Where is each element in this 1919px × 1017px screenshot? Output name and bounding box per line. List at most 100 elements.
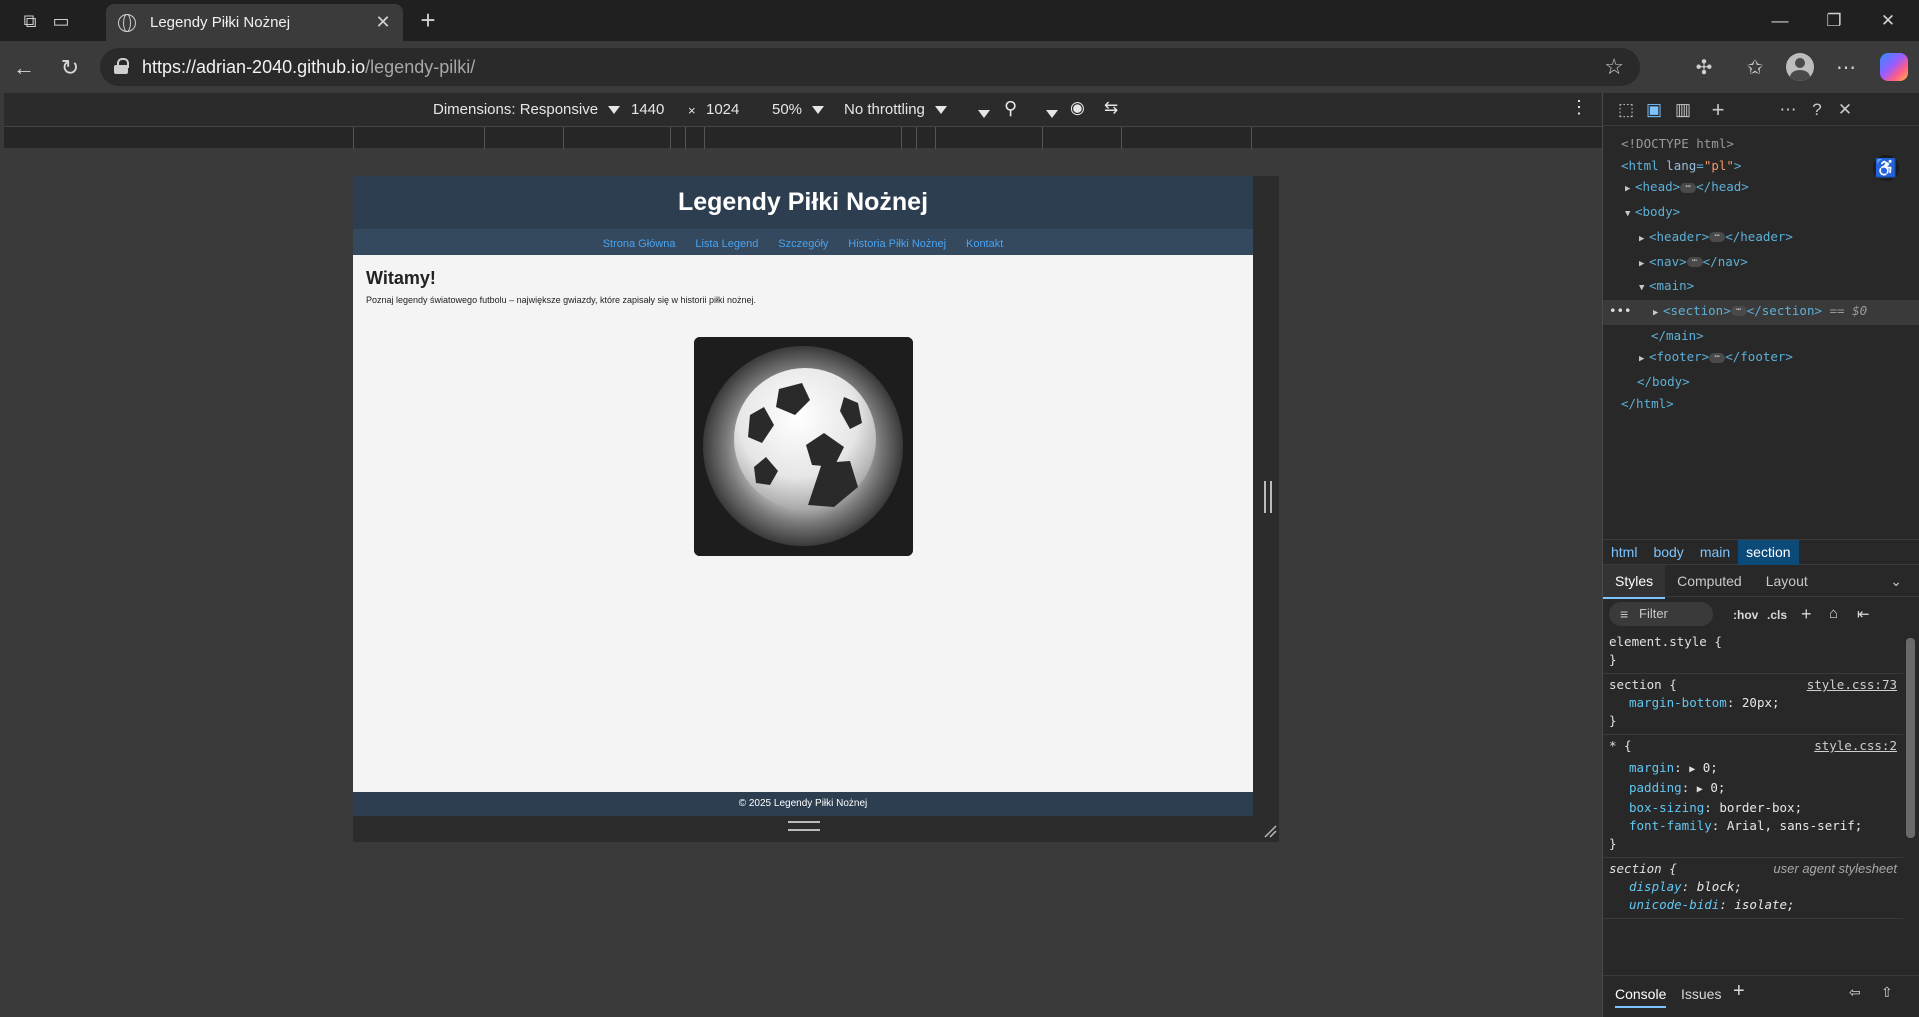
dimensions-select[interactable]: Dimensions: Responsive — [433, 101, 621, 118]
device-emulation-icon[interactable]: ▣ — [1643, 99, 1665, 121]
favorite-star-icon[interactable]: ☆ — [1604, 54, 1624, 80]
dom-nav[interactable]: ▶ <nav> ⋯ </nav> — [1603, 251, 1919, 276]
paint-brush-icon[interactable]: ⌂ — [1829, 605, 1838, 622]
tab-computed[interactable]: Computed — [1665, 565, 1754, 597]
help-icon[interactable]: ? — [1806, 99, 1828, 121]
throttling-select[interactable]: No throttling — [844, 101, 948, 118]
height-input[interactable]: 1024 — [706, 101, 739, 118]
breadcrumb-body[interactable]: body — [1645, 540, 1691, 565]
site-header: Legendy Piłki Nożnej — [353, 176, 1253, 229]
favorites-icon[interactable]: ✩ — [1740, 53, 1770, 83]
tab-issues[interactable]: Issues — [1681, 986, 1721, 1002]
nav-link-contact[interactable]: Kontakt — [966, 238, 1003, 250]
hover-state-toggle[interactable]: :hov — [1733, 608, 1758, 622]
browser-toolbar: ← ↻ https://adrian-2040.github.io/legend… — [0, 41, 1919, 93]
inspect-element-icon[interactable]: ⬚ — [1615, 99, 1637, 121]
nav-link-details[interactable]: Szczegóły — [778, 238, 828, 250]
dom-main[interactable]: ▼ <main> — [1603, 275, 1919, 300]
tab-layout[interactable]: Layout — [1754, 565, 1820, 597]
lock-icon[interactable] — [114, 58, 129, 74]
dom-doctype[interactable]: <!DOCTYPE html> — [1603, 133, 1919, 155]
dom-header[interactable]: ▶ <header> ⋯ </header> — [1603, 226, 1919, 251]
quick-source-icon[interactable]: ⇦ — [1849, 984, 1861, 1001]
nav-link-legends[interactable]: Lista Legend — [695, 238, 758, 250]
restore-icon[interactable]: ❐ — [1814, 8, 1854, 34]
tab-styles[interactable]: Styles — [1603, 565, 1666, 599]
dom-body[interactable]: ▼ <body> — [1603, 201, 1919, 226]
dom-head[interactable]: ▶ <head> ⋯ </head> — [1603, 176, 1919, 201]
dom-html-open[interactable]: <html lang="pl"> — [1603, 155, 1919, 177]
add-tool-icon[interactable]: + — [1707, 99, 1729, 121]
breadcrumb-html[interactable]: html — [1603, 540, 1645, 565]
breadcrumb-section[interactable]: section — [1738, 540, 1799, 565]
more-menu-icon[interactable]: ⋯ — [1831, 53, 1861, 83]
nav-link-history[interactable]: Historia Piłki Nożnej — [848, 238, 946, 250]
new-tab-button[interactable]: + — [414, 7, 442, 35]
workspaces-icon[interactable]: ⧉ — [17, 8, 43, 34]
rule-element-style[interactable]: element.style { } — [1603, 631, 1903, 674]
vertical-tabs-icon[interactable]: ▭ — [48, 8, 74, 34]
devtools-more-icon[interactable]: ⋯ — [1777, 99, 1799, 121]
nav-link-home[interactable]: Strona Główna — [603, 238, 676, 250]
emulated-page: Legendy Piłki Nożnej Strona Główna Lista… — [353, 176, 1253, 816]
soccer-ball-image — [694, 337, 913, 556]
extensions-icon[interactable]: ✣ — [1689, 53, 1719, 83]
tab-console[interactable]: Console — [1615, 986, 1667, 1008]
resize-corner-icon[interactable] — [1263, 824, 1277, 838]
profile-avatar-icon[interactable] — [1786, 53, 1814, 81]
rotate-icon[interactable]: ⇆ — [1104, 98, 1118, 118]
styles-filter-bar: Filter :hov .cls + ⌂ ⇤ — [1603, 598, 1919, 630]
sidebar-toggle-icon[interactable]: ⇤ — [1857, 605, 1870, 623]
styles-scrollbar[interactable] — [1906, 638, 1915, 838]
device-toolbar-more-icon[interactable]: ⋮ — [1570, 97, 1588, 118]
styles-filter-input[interactable]: Filter — [1609, 602, 1713, 626]
devtools-drawer: Console Issues + ⇦ ⇧ — [1603, 975, 1919, 1017]
drawer-dock-icon[interactable]: ⇧ — [1881, 984, 1893, 1001]
site-footer: © 2025 Legendy Piłki Nożnej — [353, 792, 1253, 816]
breadcrumb-main[interactable]: main — [1692, 540, 1738, 565]
back-icon[interactable]: ← — [10, 54, 38, 82]
media-query-bar[interactable] — [4, 126, 1602, 149]
address-bar[interactable]: https://adrian-2040.github.io/legendy-pi… — [100, 48, 1640, 86]
dom-body-close[interactable]: </body> — [1603, 371, 1919, 393]
site-nav: Strona Główna Lista Legend Szczegóły His… — [353, 229, 1253, 255]
source-link-style-2[interactable]: style.css:2 — [1814, 737, 1897, 755]
emulated-page-frame: Legendy Piłki Nożnej Strona Główna Lista… — [353, 176, 1279, 842]
minimize-icon[interactable]: — — [1760, 8, 1800, 34]
dom-section-selected[interactable]: ••• ▶ <section> ⋯ </section> == $0 — [1603, 299, 1919, 325]
styles-rules: element.style { } section { style.css:73… — [1603, 631, 1903, 919]
width-input[interactable]: 1440 — [631, 101, 664, 118]
rule-user-agent[interactable]: section { user agent stylesheet display:… — [1603, 858, 1903, 919]
source-link-style-73[interactable]: style.css:73 — [1807, 676, 1897, 694]
zoom-select[interactable]: 50% — [772, 101, 825, 118]
site-title: Legendy Piłki Nożnej — [677, 188, 929, 216]
dom-tree: <!DOCTYPE html> <html lang="pl"> ▶ <head>… — [1603, 133, 1919, 414]
dock-side-icon[interactable]: ▥ — [1672, 99, 1694, 121]
dom-html-close[interactable]: </html> — [1603, 393, 1919, 415]
dom-main-close[interactable]: </main> — [1603, 325, 1919, 347]
rule-section[interactable]: section { style.css:73 margin-bottom: 20… — [1603, 674, 1903, 735]
vision-deficiency-icon[interactable]: ◉ — [1070, 98, 1085, 118]
new-rule-icon[interactable]: + — [1801, 604, 1812, 625]
copilot-icon[interactable] — [1880, 53, 1908, 81]
eyedropper-icon[interactable]: ⚲ — [1004, 98, 1017, 119]
capture-caret-icon[interactable] — [1046, 105, 1058, 122]
accessibility-icon[interactable]: ♿ — [1873, 155, 1899, 181]
resize-handle-right[interactable] — [1264, 481, 1272, 513]
save-data-caret-icon[interactable] — [978, 105, 990, 122]
browser-tab-bar: ⧉ ▭ Legendy Piłki Nożnej ✕ + — ❐ ✕ — [0, 0, 1919, 41]
url-text[interactable]: https://adrian-2040.github.io/legendy-pi… — [142, 57, 475, 78]
class-toggle[interactable]: .cls — [1767, 608, 1787, 622]
browser-tab[interactable]: Legendy Piłki Nożnej ✕ — [106, 4, 403, 41]
devtools-close-icon[interactable]: ✕ — [1834, 99, 1856, 121]
window-close-icon[interactable]: ✕ — [1868, 8, 1908, 34]
rule-universal[interactable]: * { style.css:2 margin: ▶ 0; padding: ▶ … — [1603, 735, 1903, 858]
tab-close-icon[interactable]: ✕ — [371, 11, 395, 35]
tabs-chevron-down-icon[interactable]: ⌄ — [1878, 565, 1914, 597]
resize-handle-bottom[interactable] — [788, 821, 820, 831]
reload-icon[interactable]: ↻ — [56, 54, 84, 82]
devtools-panel: ⬚ ▣ ▥ + ⋯ ? ✕ <!DOCTYPE html> <html lang… — [1602, 93, 1919, 1017]
dom-footer[interactable]: ▶ <footer> ⋯ </footer> — [1603, 346, 1919, 371]
user-agent-label: user agent stylesheet — [1773, 861, 1897, 876]
add-drawer-tab-icon[interactable]: + — [1733, 980, 1745, 1003]
